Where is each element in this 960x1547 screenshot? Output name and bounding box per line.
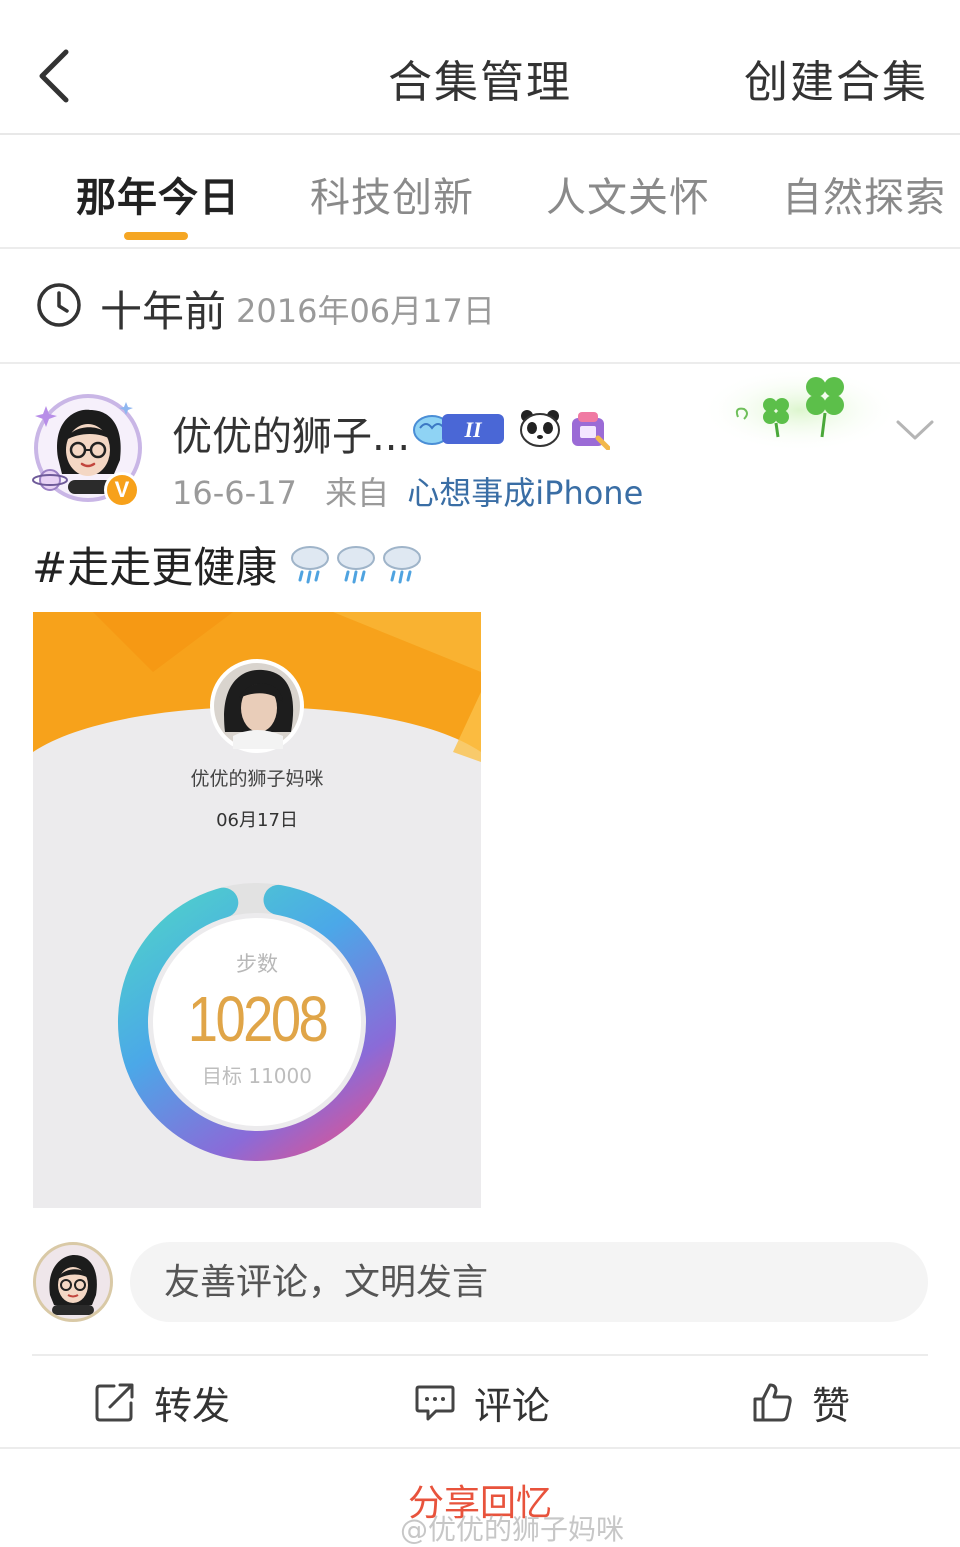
tab-nature-exploration[interactable]: 自然探索 <box>782 165 946 223</box>
rain-cloud-icon <box>291 546 421 584</box>
category-tabs: 那年今日 科技创新 人文关怀 自然探索 <box>0 137 960 249</box>
post-options-button[interactable] <box>890 410 940 450</box>
repost-button[interactable]: 转发 <box>94 1376 230 1428</box>
post-date: 16-6-17 <box>172 474 297 512</box>
gift-calendar-icon <box>572 412 610 450</box>
source-prefix: 来自 <box>325 474 390 512</box>
user-name[interactable]: 优优的狮子... <box>172 404 410 462</box>
repost-icon <box>95 1383 134 1422</box>
active-tab-indicator <box>124 232 188 240</box>
post-image[interactable]: 优优的狮子妈咪 06月17日 步数 10208 目标 11000 <box>33 612 481 1208</box>
repost-label: 转发 <box>154 1383 231 1428</box>
post-source-link[interactable]: 心想事成iPhone <box>407 474 643 512</box>
like-button[interactable]: 赞 <box>752 1376 850 1428</box>
post-meta: 16-6-17 来自 心想事成iPhone <box>172 468 643 514</box>
avatar-image-icon <box>49 1255 97 1315</box>
memory-date: 2016年06月17日 <box>236 292 495 330</box>
comment-label: 评论 <box>474 1383 551 1428</box>
create-collection-button[interactable]: 创建合集 <box>744 46 928 110</box>
panda-icon <box>520 410 560 447</box>
post-text[interactable]: #走走更健康 <box>32 534 277 595</box>
step-count: 10208 <box>187 983 329 1055</box>
my-avatar[interactable] <box>33 1242 113 1322</box>
image-date: 06月17日 <box>216 810 298 831</box>
chevron-down-icon <box>896 420 934 440</box>
brain-level-badge-icon: II <box>413 414 504 445</box>
tab-humanities[interactable]: 人文关怀 <box>546 165 710 223</box>
tab-that-year-today[interactable]: 那年今日 <box>76 165 240 223</box>
image-user-name: 优优的狮子妈咪 <box>190 768 324 790</box>
steps-label: 步数 <box>236 952 278 976</box>
like-label: 赞 <box>812 1383 851 1428</box>
memory-time-bar: 十年前 2016年06月17日 <box>0 250 960 364</box>
comment-button[interactable]: 评论 <box>414 1376 550 1428</box>
divider <box>32 1354 928 1356</box>
top-nav-bar: 合集管理 创建合集 <box>0 0 960 135</box>
time-ago-label: 十年前 <box>100 287 227 336</box>
step-goal: 目标 11000 <box>202 1064 312 1088</box>
thumbs-up-icon <box>753 1383 792 1422</box>
tab-tech-innovation[interactable]: 科技创新 <box>310 165 474 223</box>
clock-icon <box>37 283 81 327</box>
divider <box>0 1447 960 1449</box>
verified-badge: V <box>104 472 140 508</box>
comment-icon <box>415 1385 455 1421</box>
watermark: @优优的狮子妈咪 <box>400 1513 625 1546</box>
comment-input[interactable] <box>130 1242 928 1322</box>
step-counter-screenshot <box>33 612 481 1161</box>
clover-decoration-icon <box>700 368 890 452</box>
badge-level-text: II <box>463 417 483 442</box>
